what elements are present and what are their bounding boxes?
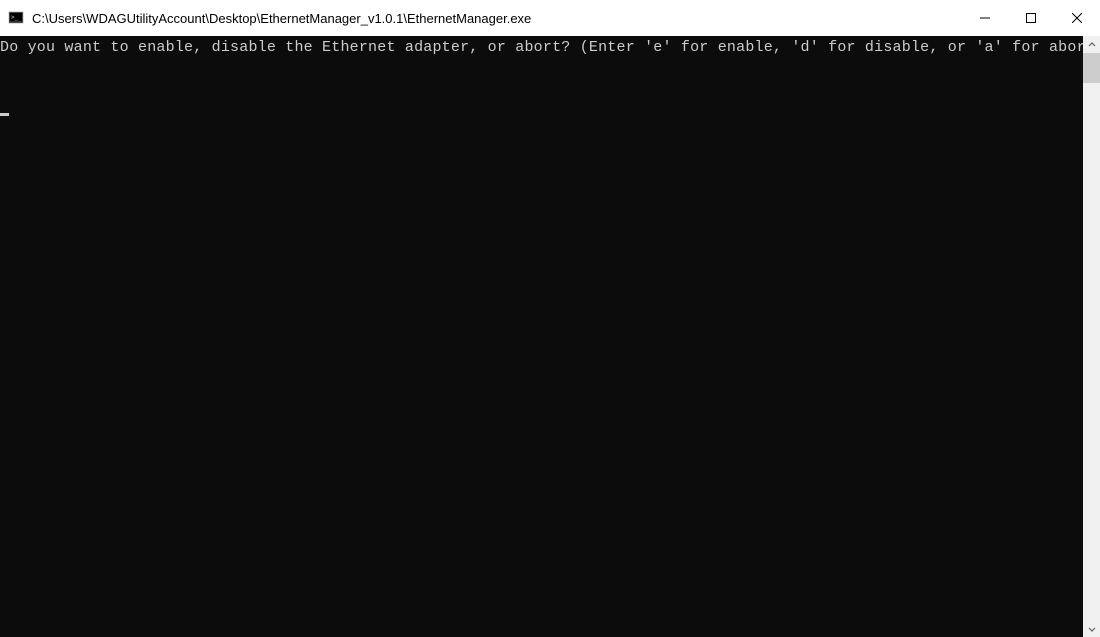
console-window: >_ C:\Users\WDAGUtilityAccount\Desktop\E… <box>0 0 1100 637</box>
chevron-up-icon <box>1088 37 1096 52</box>
vertical-scrollbar[interactable] <box>1083 36 1100 637</box>
titlebar[interactable]: >_ C:\Users\WDAGUtilityAccount\Desktop\E… <box>0 0 1100 36</box>
prompt-text: Do you want to enable, disable the Ether… <box>0 38 1083 58</box>
console-output[interactable]: Do you want to enable, disable the Ether… <box>0 36 1083 637</box>
scroll-down-button[interactable] <box>1083 620 1100 637</box>
close-button[interactable] <box>1054 0 1100 36</box>
scroll-track[interactable] <box>1083 53 1100 620</box>
app-icon: >_ <box>8 10 24 26</box>
scroll-thumb[interactable] <box>1083 53 1100 83</box>
svg-text:>_: >_ <box>11 14 19 21</box>
window-title: C:\Users\WDAGUtilityAccount\Desktop\Ethe… <box>32 11 962 26</box>
console-area: Do you want to enable, disable the Ether… <box>0 36 1100 637</box>
text-cursor <box>0 113 9 116</box>
chevron-down-icon <box>1088 621 1096 636</box>
maximize-button[interactable] <box>1008 0 1054 36</box>
minimize-button[interactable] <box>962 0 1008 36</box>
window-controls <box>962 0 1100 36</box>
scroll-up-button[interactable] <box>1083 36 1100 53</box>
